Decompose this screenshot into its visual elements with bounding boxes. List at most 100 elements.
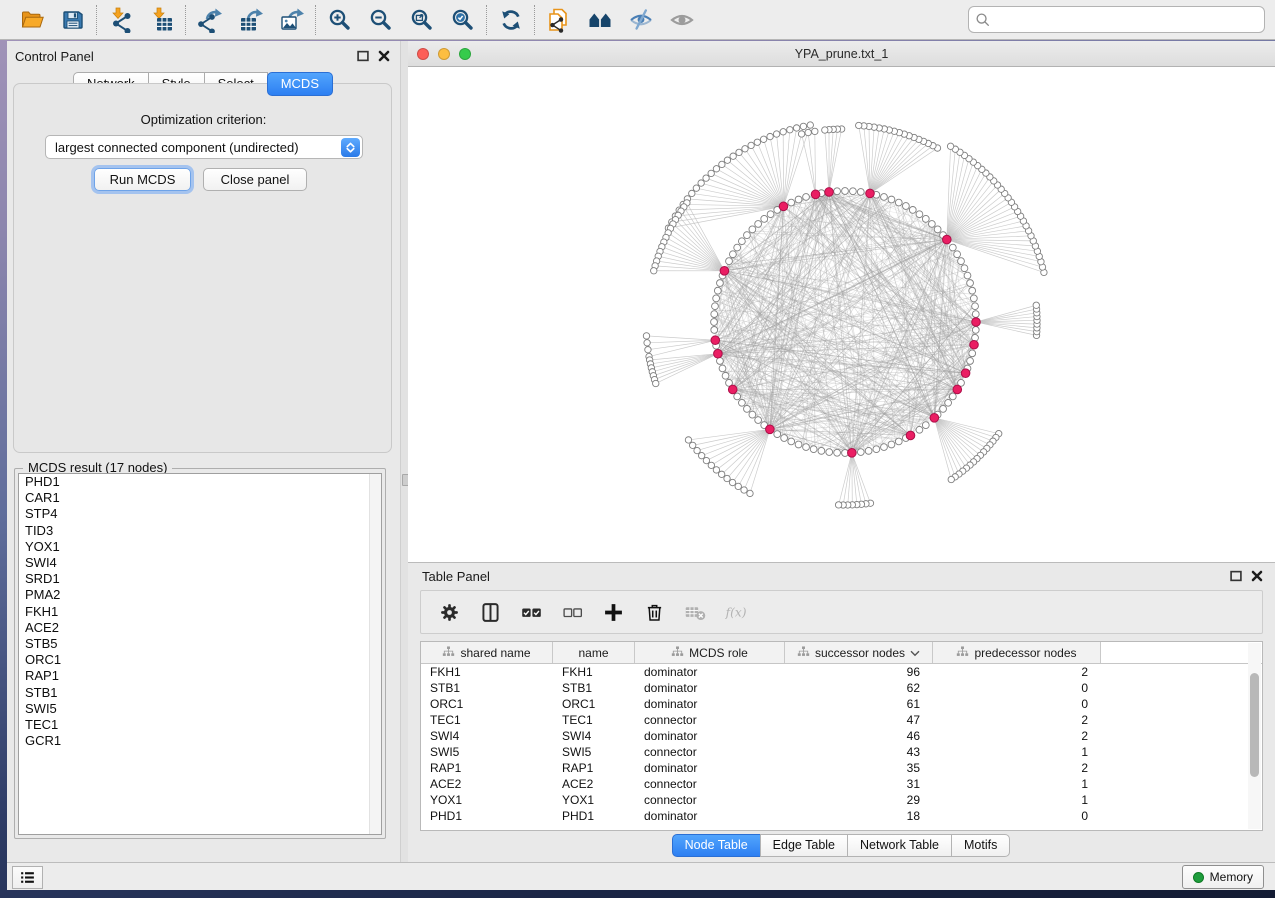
network-leaf-node[interactable] (698, 452, 704, 458)
network-node[interactable] (967, 358, 974, 365)
table-row[interactable]: ORC1ORC1dominator610 (421, 696, 1262, 712)
mcds-result-item[interactable]: FKH1 (19, 604, 381, 620)
network-leaf-node[interactable] (689, 190, 695, 196)
tab-edge-table[interactable]: Edge Table (760, 834, 848, 857)
network-leaf-node[interactable] (644, 340, 650, 346)
column-header-predecessor-nodes[interactable]: predecessor nodes (933, 642, 1101, 663)
network-node[interactable] (834, 188, 841, 195)
network-leaf-node[interactable] (754, 139, 760, 145)
import-table-icon[interactable] (148, 6, 175, 33)
mcds-hub-node[interactable] (866, 189, 875, 198)
mcds-hub-node[interactable] (972, 318, 981, 327)
network-node[interactable] (717, 358, 724, 365)
network-leaf-node[interactable] (787, 127, 793, 133)
mcds-hub-node[interactable] (825, 188, 834, 197)
table-scrollbar[interactable] (1248, 643, 1261, 829)
close-table-panel-icon[interactable] (1251, 570, 1263, 582)
network-node[interactable] (902, 203, 909, 210)
network-leaf-node[interactable] (718, 471, 724, 477)
float-table-panel-icon[interactable] (1230, 570, 1242, 582)
table-row[interactable]: ACE2ACE2connector311 (421, 776, 1262, 792)
network-node[interactable] (958, 258, 965, 265)
network-node[interactable] (738, 238, 745, 245)
table-row[interactable]: YOX1YOX1connector291 (421, 792, 1262, 808)
zoom-out-icon[interactable] (367, 6, 394, 33)
network-leaf-node[interactable] (735, 483, 741, 489)
mcds-hub-node[interactable] (714, 349, 723, 358)
float-panel-icon[interactable] (357, 50, 369, 62)
network-node[interactable] (945, 399, 952, 406)
network-leaf-node[interactable] (760, 136, 766, 142)
network-leaf-node[interactable] (736, 149, 742, 155)
network-node[interactable] (850, 188, 857, 195)
column-header-successor-nodes[interactable]: successor nodes (785, 642, 933, 663)
save-session-icon[interactable] (59, 6, 86, 33)
mcds-result-item[interactable]: ORC1 (19, 652, 381, 668)
network-node[interactable] (734, 393, 741, 400)
mcds-result-item[interactable]: PMA2 (19, 587, 381, 603)
select-all-icon[interactable] (519, 600, 543, 624)
network-node[interactable] (916, 211, 923, 218)
table-row[interactable]: SWI4SWI4dominator462 (421, 728, 1262, 744)
add-column-icon[interactable] (601, 600, 625, 624)
tab-network-table[interactable]: Network Table (847, 834, 952, 857)
open-session-icon[interactable] (18, 6, 45, 33)
first-neighbors-icon[interactable] (586, 6, 613, 33)
network-node[interactable] (734, 244, 741, 251)
network-leaf-node[interactable] (703, 175, 709, 181)
mcds-result-item[interactable]: SWI5 (19, 701, 381, 717)
network-node[interactable] (818, 447, 825, 454)
network-leaf-node[interactable] (798, 131, 804, 137)
network-node[interactable] (888, 196, 895, 203)
network-node[interactable] (972, 303, 979, 310)
network-node[interactable] (729, 251, 736, 258)
network-node[interactable] (795, 441, 802, 448)
network-leaf-node[interactable] (822, 127, 828, 133)
network-canvas[interactable] (408, 67, 1275, 562)
network-leaf-node[interactable] (793, 125, 799, 131)
network-node[interactable] (972, 311, 979, 318)
network-node[interactable] (970, 295, 977, 302)
search-input[interactable] (996, 12, 1258, 28)
network-node[interactable] (722, 372, 729, 379)
mcds-result-item[interactable]: STB1 (19, 685, 381, 701)
network-leaf-node[interactable] (719, 161, 725, 167)
delete-column-icon[interactable] (642, 600, 666, 624)
network-node[interactable] (826, 449, 833, 456)
network-leaf-node[interactable] (948, 476, 954, 482)
mcds-hub-node[interactable] (930, 414, 939, 423)
mcds-hub-node[interactable] (961, 369, 970, 378)
network-leaf-node[interactable] (724, 475, 730, 481)
network-node[interactable] (712, 303, 719, 310)
mcds-hub-node[interactable] (906, 431, 915, 440)
network-node[interactable] (865, 447, 872, 454)
table-row[interactable]: TEC1TEC1connector472 (421, 712, 1262, 728)
network-node[interactable] (755, 417, 762, 424)
tab-mcds[interactable]: MCDS (267, 72, 333, 96)
network-node[interactable] (922, 422, 929, 429)
network-node[interactable] (969, 287, 976, 294)
network-leaf-node[interactable] (698, 180, 704, 186)
tab-motifs[interactable]: Motifs (951, 834, 1010, 857)
network-node[interactable] (972, 327, 979, 334)
memory-button[interactable]: Memory (1182, 865, 1264, 889)
network-leaf-node[interactable] (742, 146, 748, 152)
network-node[interactable] (803, 194, 810, 201)
network-leaf-node[interactable] (708, 170, 714, 176)
run-mcds-button[interactable]: Run MCDS (94, 168, 191, 191)
network-node[interactable] (711, 327, 718, 334)
column-header-MCDS-role[interactable]: MCDS role (635, 642, 785, 663)
network-leaf-node[interactable] (812, 128, 818, 134)
mcds-result-item[interactable]: CAR1 (19, 490, 381, 506)
network-node[interactable] (788, 199, 795, 206)
network-node[interactable] (873, 446, 880, 453)
show-panels-button[interactable] (12, 866, 43, 889)
network-leaf-node[interactable] (708, 462, 714, 468)
network-leaf-node[interactable] (713, 166, 719, 172)
network-node[interactable] (881, 444, 888, 451)
network-leaf-node[interactable] (651, 268, 657, 274)
network-node[interactable] (717, 280, 724, 287)
network-leaf-node[interactable] (730, 153, 736, 159)
zoom-in-icon[interactable] (326, 6, 353, 33)
network-node[interactable] (795, 196, 802, 203)
